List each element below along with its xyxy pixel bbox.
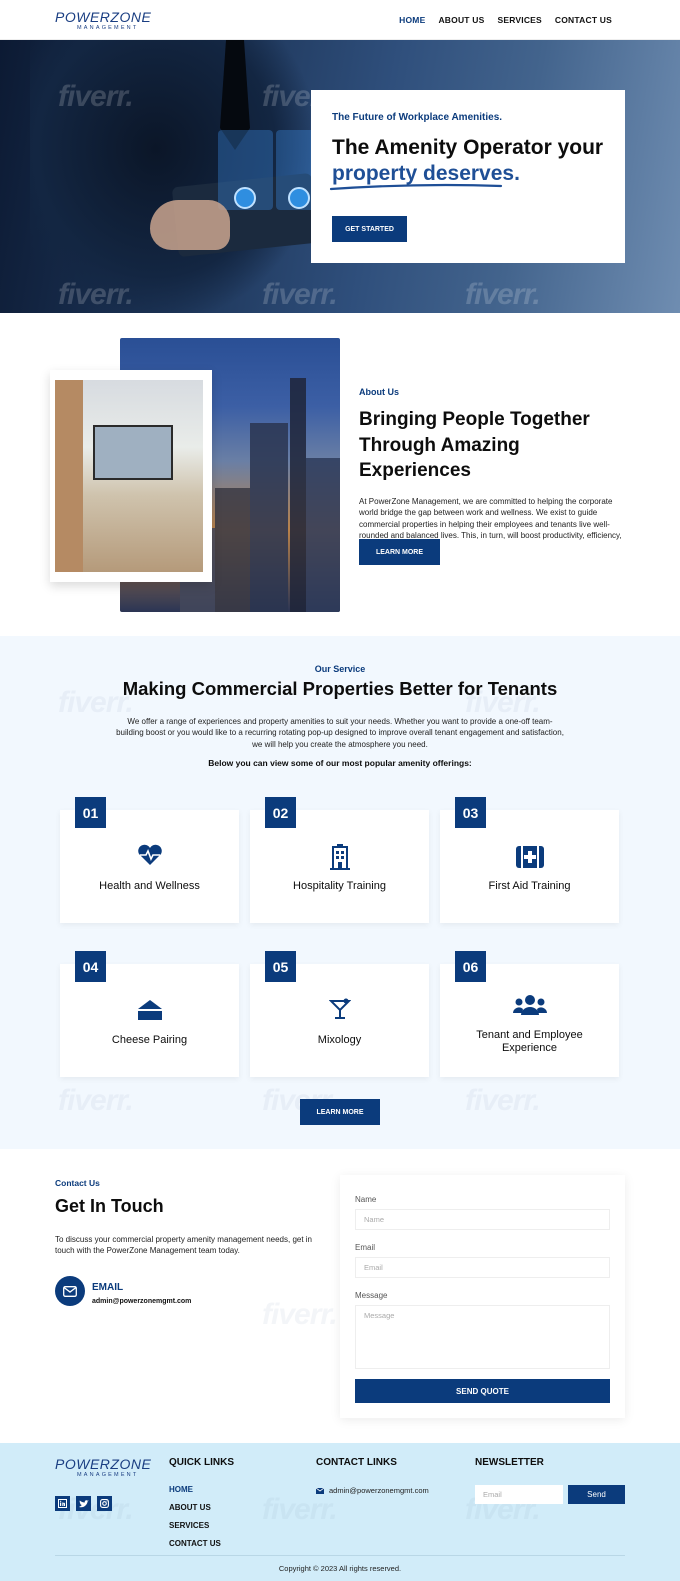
nav-contact[interactable]: CONTACT US [555,15,612,25]
cocktail-icon [328,998,351,1019]
watermark: fiverr. [58,278,134,311]
users-icon [512,995,547,1015]
newsletter-send-button[interactable]: Send [568,1485,625,1504]
watermark: fiverr. [58,80,134,113]
footer-email[interactable]: admin@powerzonemgmt.com [316,1486,429,1495]
nav-about[interactable]: ABOUT US [438,15,484,25]
hotel-icon [329,844,350,870]
footer-link-contact[interactable]: CONTACT US [169,1539,221,1548]
card-label: First Aid Training [488,880,571,892]
message-textarea[interactable]: Message [355,1305,610,1369]
card-number: 05 [265,951,296,982]
instagram-icon[interactable] [97,1496,112,1511]
hero-title: The Amenity Operator your [332,136,604,159]
service-card[interactable]: 02 Hospitality Training [250,797,429,923]
services-section: fiverr. fiverr. fiverr. fiverr. fiverr. … [0,636,680,1149]
underline-swoosh [329,183,503,191]
email-value[interactable]: admin@powerzonemgmt.com [92,1298,191,1305]
logo-main: POWERZONE [55,1456,152,1472]
service-card[interactable]: 06 Tenant and Employee Experience [440,951,619,1077]
footer-logo[interactable]: POWERZONE MANAGEMENT [55,1457,151,1479]
email-label: EMAIL [92,1282,124,1293]
hero-card: The Future of Workplace Amenities. The A… [311,90,625,263]
message-label: Message [355,1291,388,1300]
contact-title: Get In Touch [55,1196,164,1216]
watermark: fiverr. [262,1493,338,1526]
services-title: Making Commercial Properties Better for … [122,678,558,699]
email-label: Email [355,1243,376,1252]
card-number: 04 [75,951,106,982]
card-number: 06 [455,951,486,982]
contact-links-title: CONTACT LINKS [316,1457,397,1468]
card-label: Hospitality Training [293,880,386,892]
first-aid-icon [515,846,544,868]
about-text: About Us Bringing People Together Throug… [359,387,624,553]
service-card[interactable]: 04 Cheese Pairing [60,951,239,1077]
email-circle [55,1276,85,1306]
envelope-icon [63,1285,77,1297]
card-label: Cheese Pairing [111,1034,188,1046]
twitter-icon[interactable] [76,1496,91,1511]
card-label: Health and Wellness [99,880,200,892]
service-card[interactable]: 01 Health and Wellness [60,797,239,923]
circle-icon [288,187,310,209]
send-quote-button[interactable]: SEND QUOTE [355,1379,610,1403]
card-number: 01 [75,797,106,828]
hero-pretitle: The Future of Workplace Amenities. [332,112,503,123]
services-pretitle: Our Service [314,664,366,674]
logo[interactable]: POWERZONE MANAGEMENT [55,10,151,32]
card-label: Tenant and Employee Experience [476,1029,583,1054]
footer-email-text: admin@powerzonemgmt.com [329,1486,429,1495]
contact-body: To discuss your commercial property amen… [55,1235,313,1256]
services-body: We offer a range of experiences and prop… [116,717,564,749]
card-number: 03 [455,797,486,828]
nav-home[interactable]: HOME [399,15,425,25]
name-label: Name [355,1195,377,1204]
main-nav: HOME ABOUT US SERVICES CONTACT US [399,15,612,25]
logo-main: POWERZONE [55,9,152,25]
footer-link-services[interactable]: SERVICES [169,1521,209,1530]
services-subheading: Below you can view some of our most popu… [208,758,472,768]
name-input[interactable]: Name [355,1209,610,1230]
about-learn-more-button[interactable]: LEARN MORE [359,539,440,565]
check-icon [234,187,256,209]
services-learn-more-button[interactable]: LEARN MORE [300,1099,380,1125]
watermark: fiverr. [262,1298,338,1331]
hero-image-hand [150,200,230,250]
logo-sub: MANAGEMENT [77,1472,139,1478]
about-image-gym [55,380,203,572]
watermark: fiverr. [465,278,541,311]
about-title: Bringing People Together Through Amazing… [359,409,590,482]
quote-form: Name Name Email Email Message Message SE… [340,1175,625,1418]
footer-link-about[interactable]: ABOUT US [169,1503,211,1512]
footer-divider [55,1555,625,1556]
card-label: Mixology [317,1034,362,1046]
newsletter-title: NEWSLETTER [475,1457,544,1468]
site-footer: fiverr. fiverr. fiverr. POWERZONE MANAGE… [0,1443,680,1581]
quick-links-title: QUICK LINKS [169,1457,234,1468]
watermark: fiverr. [465,1084,541,1117]
site-header: POWERZONE MANAGEMENT HOME ABOUT US SERVI… [0,0,680,40]
service-card[interactable]: 03 First Aid Training [440,797,619,923]
copyright: Copyright © 2023 All rights reserved. [278,1564,402,1573]
watermark: fiverr. [58,1084,134,1117]
about-pretitle: About Us [359,387,399,397]
service-card[interactable]: 05 Mixology [250,951,429,1077]
contact-pretitle: Contact Us [55,1178,100,1188]
heartbeat-icon [137,844,162,865]
email-input[interactable]: Email [355,1257,610,1278]
cheese-icon [137,1000,162,1020]
watermark: fiverr. [262,278,338,311]
get-started-button[interactable]: GET STARTED [332,216,407,242]
footer-link-home[interactable]: HOME [169,1485,193,1494]
linkedin-icon[interactable] [55,1496,70,1511]
nav-services[interactable]: SERVICES [497,15,541,25]
newsletter-email-input[interactable]: Email [475,1485,563,1504]
logo-sub: MANAGEMENT [77,25,139,31]
card-number: 02 [265,797,296,828]
envelope-icon [316,1487,324,1494]
